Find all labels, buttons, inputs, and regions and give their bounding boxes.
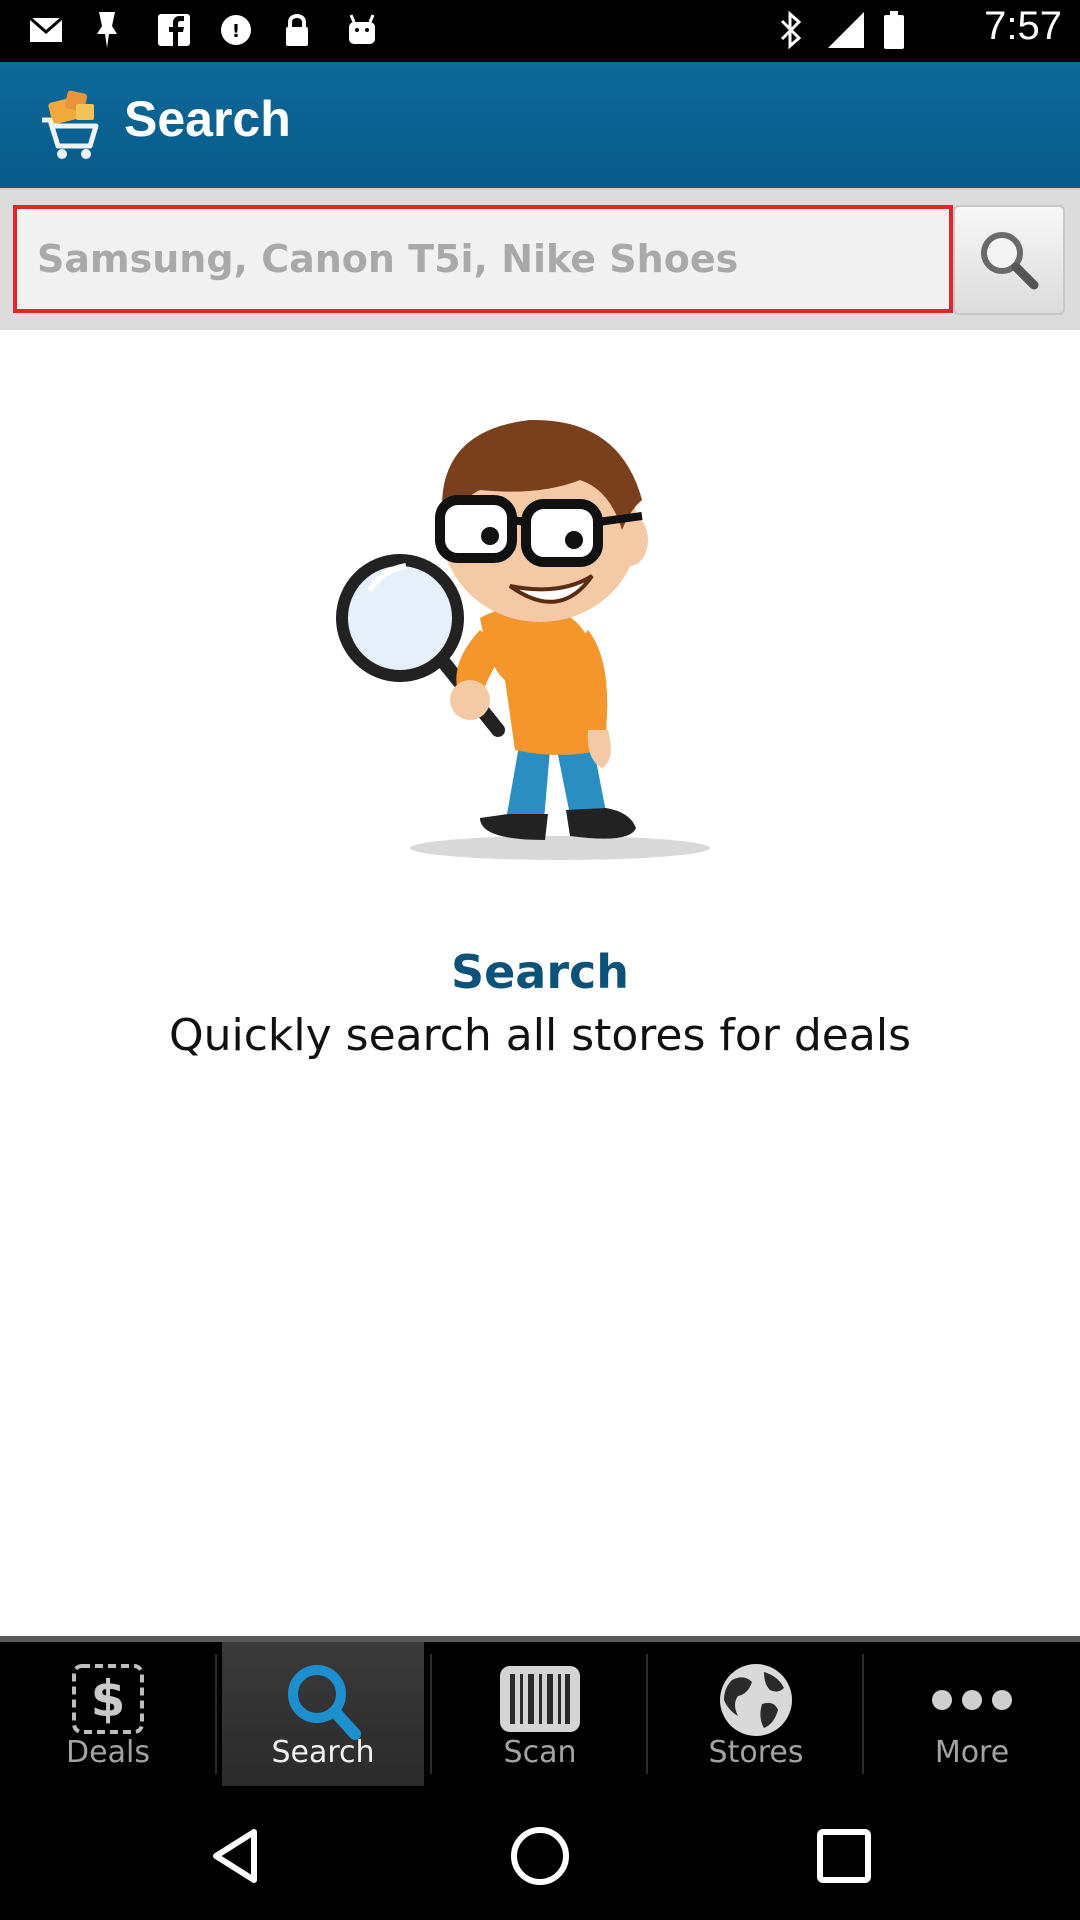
lock-icon <box>286 14 308 46</box>
shopping-cart-logo-icon <box>42 90 99 159</box>
empty-state-subtitle: Quickly search all stores for deals <box>168 1010 911 1061</box>
barcode-icon <box>500 1666 580 1732</box>
bluetooth-icon <box>780 10 802 50</box>
tab-stores[interactable]: Stores <box>648 1642 864 1786</box>
tab-label: Scan <box>503 1735 577 1770</box>
system-nav-bar <box>0 1786 1080 1920</box>
battery-icon <box>884 11 904 49</box>
back-icon[interactable] <box>196 1816 276 1896</box>
empty-state-title: Search <box>450 945 630 999</box>
tab-label: Deals <box>66 1735 150 1770</box>
search-icon <box>288 1665 361 1740</box>
tab-scan[interactable]: Scan <box>432 1642 648 1786</box>
home-icon[interactable] <box>500 1816 580 1896</box>
svg-text:$: $ <box>91 1670 126 1728</box>
bottom-tab-bar: $ Deals Search Scan Stores More <box>0 1636 1080 1786</box>
tab-deals[interactable]: $ Deals <box>0 1642 216 1786</box>
android-icon <box>349 14 375 44</box>
signal-icon <box>828 12 864 48</box>
clock: 7:57 <box>984 4 1062 48</box>
magnifier-icon <box>981 232 1039 290</box>
tab-label: Search <box>271 1735 375 1770</box>
more-dots-icon <box>932 1690 1012 1710</box>
search-field-frame <box>13 205 953 313</box>
dollar-tag-icon: $ <box>72 1664 144 1734</box>
svg-text:!: ! <box>232 21 240 42</box>
recent-apps-icon[interactable] <box>804 1816 884 1896</box>
boy-with-magnifier-illustration <box>336 419 710 860</box>
tab-label: More <box>934 1735 1010 1770</box>
search-button[interactable] <box>953 205 1065 315</box>
page-title: Search <box>124 91 291 147</box>
globe-icon <box>720 1664 792 1736</box>
search-input[interactable] <box>17 209 949 309</box>
deal-icon: ! <box>221 15 251 45</box>
tab-more[interactable]: More <box>864 1642 1080 1786</box>
tab-search[interactable]: Search <box>222 1642 424 1786</box>
app-header: Search <box>0 62 1080 188</box>
pin-icon <box>97 12 117 48</box>
tab-separator <box>215 1654 217 1774</box>
status-bar: ! 7:57 <box>0 0 1080 62</box>
mail-icon <box>29 16 63 42</box>
search-bar <box>0 188 1080 330</box>
tab-label: Stores <box>708 1735 804 1770</box>
facebook-icon <box>158 14 190 46</box>
